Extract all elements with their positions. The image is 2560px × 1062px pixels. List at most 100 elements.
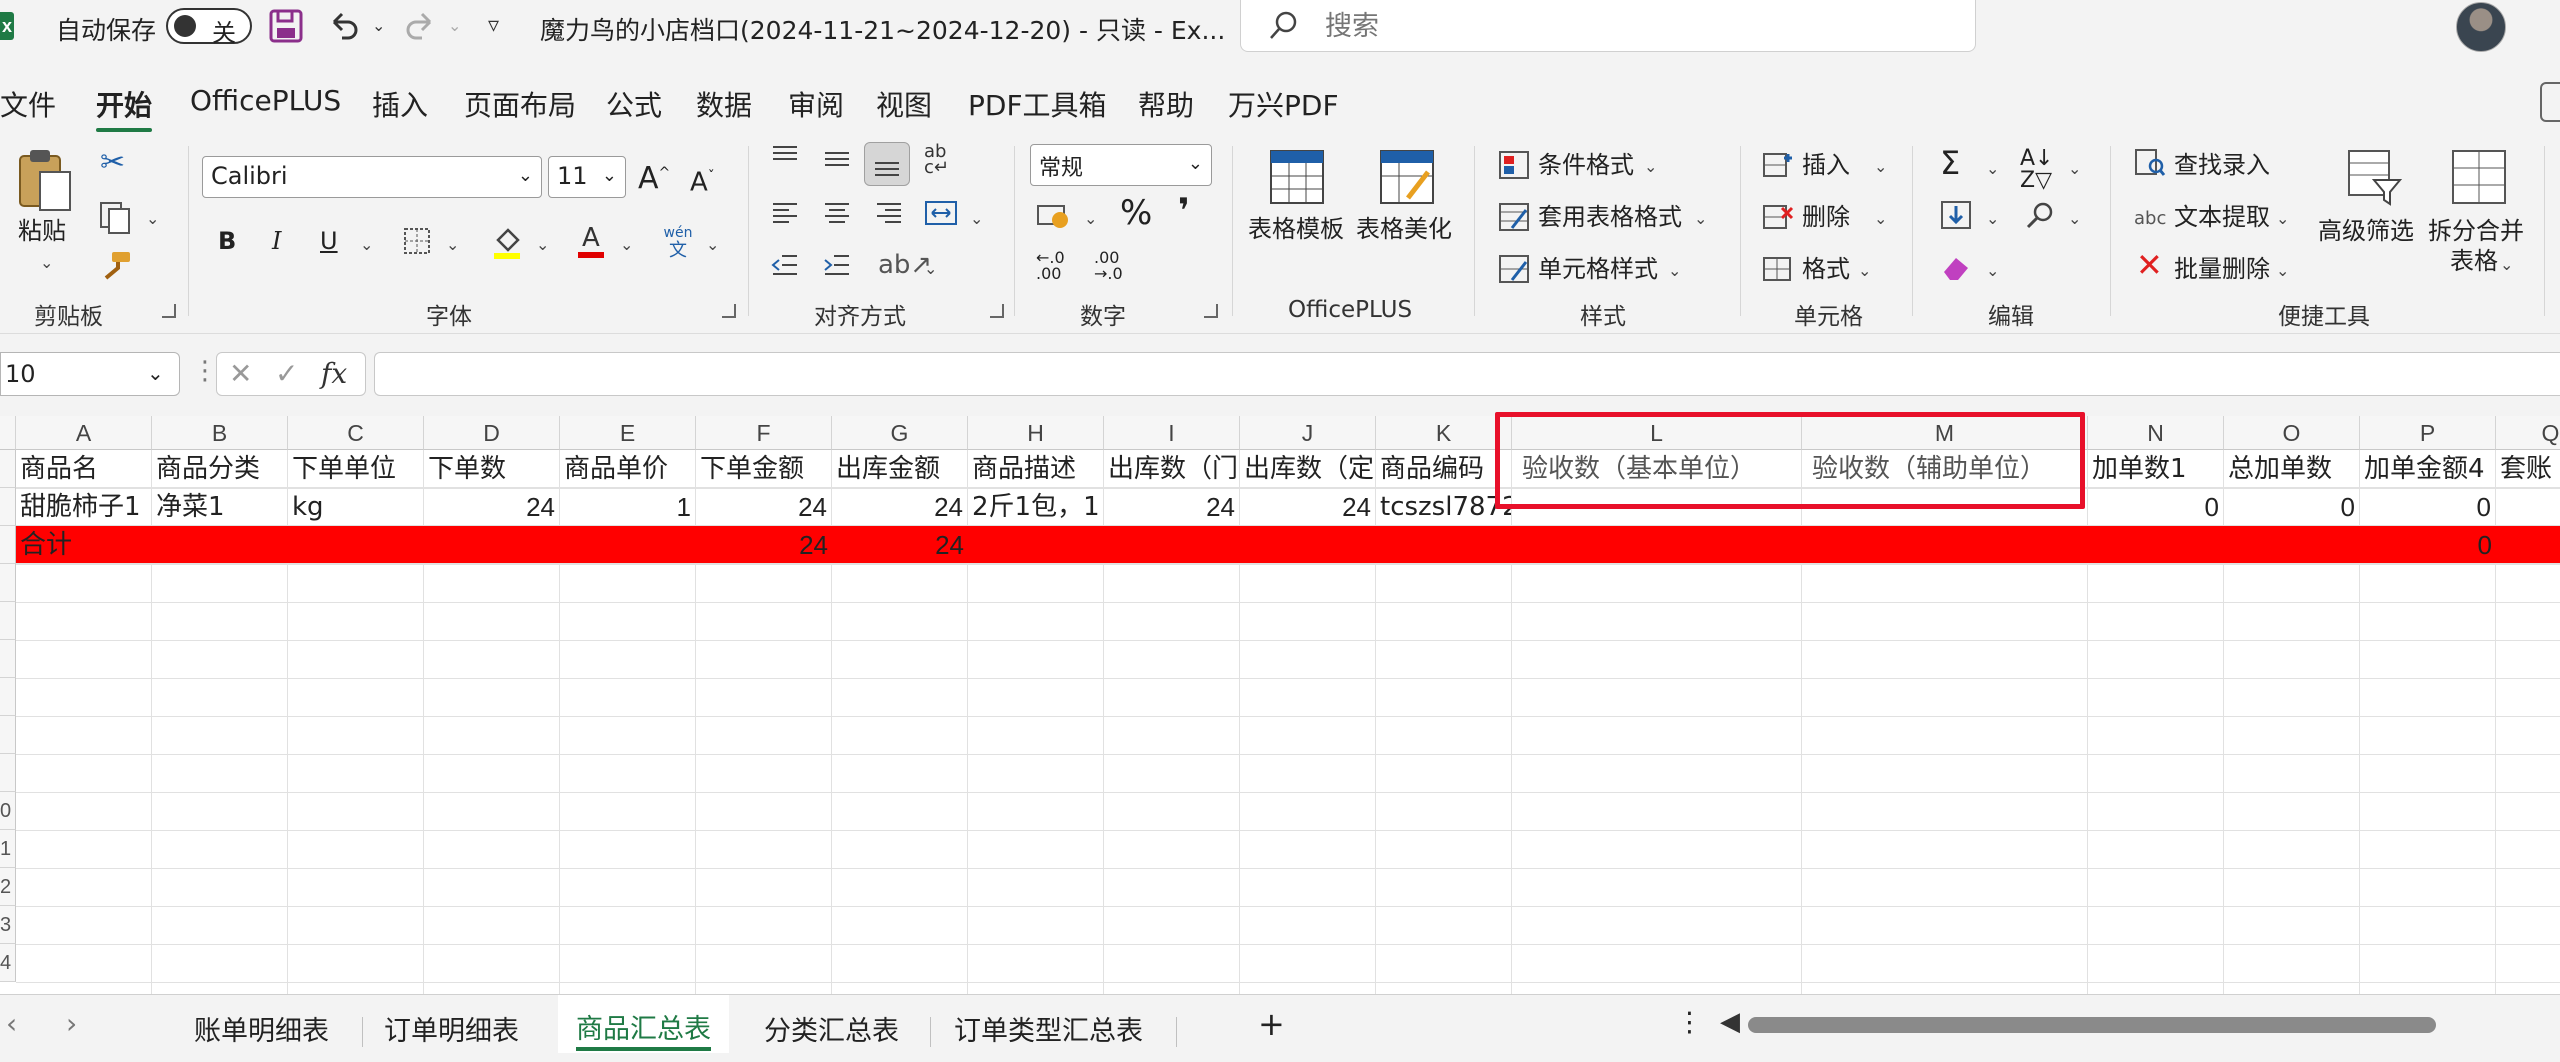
find-entry-icon[interactable] <box>2134 148 2166 185</box>
autosum-icon[interactable]: Σ <box>1940 147 1960 179</box>
phonetic-dropdown-icon[interactable]: ⌄ <box>706 230 719 260</box>
font-color-icon[interactable]: A <box>574 222 608 267</box>
percent-style-button[interactable]: % <box>1120 196 1152 230</box>
font-size-select[interactable]: 11 ⌄ <box>548 156 626 198</box>
customize-toolbar-icon[interactable]: ▿ <box>488 8 499 44</box>
header-cell[interactable]: 商品描述 <box>968 450 1104 488</box>
merge-center-icon[interactable] <box>924 198 958 235</box>
fill-icon[interactable] <box>1940 200 1972 237</box>
split-merge-button[interactable]: 拆分合并 <box>2428 216 2524 246</box>
borders-icon[interactable] <box>402 226 432 263</box>
clear-icon[interactable] <box>1940 252 1972 289</box>
total-cell[interactable] <box>288 526 424 564</box>
split-merge-dropdown-icon[interactable]: ⌄ <box>2500 250 2513 280</box>
sheet-tab-bill-detail[interactable]: 账单明细表 <box>194 1009 329 1048</box>
paste-icon[interactable] <box>14 148 76 221</box>
clipboard-launcher-icon[interactable] <box>162 304 176 318</box>
sheet-tab-product-summary[interactable]: 商品汇总表 <box>558 995 729 1053</box>
insert-cells-dropdown-icon[interactable]: ⌄ <box>1874 152 1887 182</box>
search-box[interactable] <box>1240 0 1976 52</box>
header-cell[interactable]: 出库数（定 <box>1240 450 1376 488</box>
text-extract-button[interactable]: 文本提取 <box>2174 202 2270 232</box>
table-beautify-button[interactable]: 表格美化 <box>1356 214 1452 244</box>
select-all-corner[interactable] <box>0 416 16 450</box>
tab-view[interactable]: 视图 <box>876 84 932 124</box>
copy-dropdown-icon[interactable]: ⌄ <box>146 204 159 234</box>
paste-dropdown-icon[interactable]: ⌄ <box>40 248 53 278</box>
table-format-button[interactable]: 套用表格格式 <box>1538 202 1682 232</box>
header-cell[interactable]: 加单金额4 <box>2360 450 2496 488</box>
data-cell[interactable] <box>2496 488 2560 526</box>
total-cell[interactable] <box>2496 526 2560 564</box>
insert-function-button[interactable]: fx <box>321 357 347 390</box>
more-options-icon[interactable]: ⋮ <box>192 356 218 386</box>
font-name-select[interactable]: Calibri ⌄ <box>202 156 542 198</box>
row-header[interactable]: 1 <box>0 830 16 868</box>
delete-cells-dropdown-icon[interactable]: ⌄ <box>1874 204 1887 234</box>
data-cell[interactable]: 0 <box>2088 488 2224 526</box>
text-extract-icon[interactable]: abc <box>2134 204 2166 234</box>
data-cell[interactable]: kg <box>288 488 424 526</box>
batch-delete-button[interactable]: 批量删除 <box>2174 254 2270 284</box>
italic-button[interactable]: I <box>272 226 281 256</box>
format-cells-button[interactable]: 格式 <box>1802 254 1850 284</box>
spreadsheet-grid[interactable]: A B C D E F G H I J K L M N O P Q 0 1 2 3 4 商品名 商品分类 下单单位 下单数 商品单价… <box>0 416 2560 994</box>
format-painter-icon[interactable] <box>98 250 132 291</box>
insert-cells-button[interactable]: 插入 <box>1802 150 1850 180</box>
data-cell[interactable]: 24 <box>696 488 832 526</box>
data-cell[interactable]: 1 <box>560 488 696 526</box>
row-header[interactable] <box>0 678 16 716</box>
underline-button[interactable]: U <box>320 226 338 256</box>
column-header-b[interactable]: B <box>152 416 288 450</box>
column-header-p[interactable]: P <box>2360 416 2496 450</box>
header-cell[interactable]: 商品名 <box>16 450 152 488</box>
row-header[interactable] <box>0 602 16 640</box>
row-header[interactable] <box>0 488 16 526</box>
fill-color-dropdown-icon[interactable]: ⌄ <box>536 230 549 260</box>
conditional-format-dropdown-icon[interactable]: ⌄ <box>1644 152 1657 182</box>
total-cell[interactable] <box>968 526 1104 564</box>
bold-button[interactable]: B <box>218 226 236 256</box>
row-header[interactable]: 2 <box>0 868 16 906</box>
font-color-dropdown-icon[interactable]: ⌄ <box>620 230 633 260</box>
cell-style-dropdown-icon[interactable]: ⌄ <box>1668 256 1681 286</box>
comments-icon[interactable] <box>2540 82 2560 122</box>
currency-dropdown-icon[interactable]: ⌄ <box>1084 204 1097 234</box>
underline-dropdown-icon[interactable]: ⌄ <box>360 230 373 260</box>
batch-delete-icon[interactable]: ✕ <box>2136 249 2163 281</box>
cut-icon[interactable]: ✂ <box>100 148 125 178</box>
column-header-e[interactable]: E <box>560 416 696 450</box>
column-header-k[interactable]: K <box>1376 416 1512 450</box>
table-beautify-icon[interactable] <box>1378 148 1436 213</box>
batch-delete-dropdown-icon[interactable]: ⌄ <box>2276 256 2289 286</box>
tab-home[interactable]: 开始 <box>96 84 153 132</box>
header-cell[interactable]: 总加单数 <box>2224 450 2360 488</box>
tab-help[interactable]: 帮助 <box>1138 84 1194 124</box>
total-cell[interactable] <box>424 526 560 564</box>
data-cell[interactable]: 24 <box>1104 488 1240 526</box>
decrease-font-icon[interactable]: Aˇ <box>690 162 715 198</box>
more-sheets-icon[interactable]: ⋮ <box>1676 1007 1703 1038</box>
column-header-n[interactable]: N <box>2088 416 2224 450</box>
row-header[interactable] <box>0 754 16 792</box>
font-launcher-icon[interactable] <box>722 304 736 318</box>
row-header[interactable] <box>0 450 16 488</box>
format-cells-icon[interactable] <box>1762 254 1794 291</box>
column-header-d[interactable]: D <box>424 416 560 450</box>
add-sheet-button[interactable]: + <box>1258 1005 1285 1043</box>
total-cell[interactable]: 24 <box>696 526 832 564</box>
header-cell[interactable]: 出库金额 <box>832 450 968 488</box>
sort-filter-icon[interactable]: A↓ Z▽ <box>2020 148 2053 192</box>
column-header-j[interactable]: J <box>1240 416 1376 450</box>
column-header-a[interactable]: A <box>16 416 152 450</box>
tab-pdf-toolbox[interactable]: PDF工具箱 <box>968 84 1107 124</box>
data-cell[interactable]: 甜脆柿子1 <box>16 488 152 526</box>
row-header[interactable] <box>0 564 16 602</box>
number-format-select[interactable]: 常规 ⌄ <box>1030 144 1212 186</box>
column-header-c[interactable]: C <box>288 416 424 450</box>
cell-style-button[interactable]: 单元格样式 <box>1538 254 1658 284</box>
undo-icon[interactable] <box>326 8 362 44</box>
autosave-toggle[interactable]: 关 <box>166 8 252 47</box>
insert-cells-icon[interactable] <box>1762 150 1794 187</box>
table-template-icon[interactable] <box>1268 148 1326 213</box>
